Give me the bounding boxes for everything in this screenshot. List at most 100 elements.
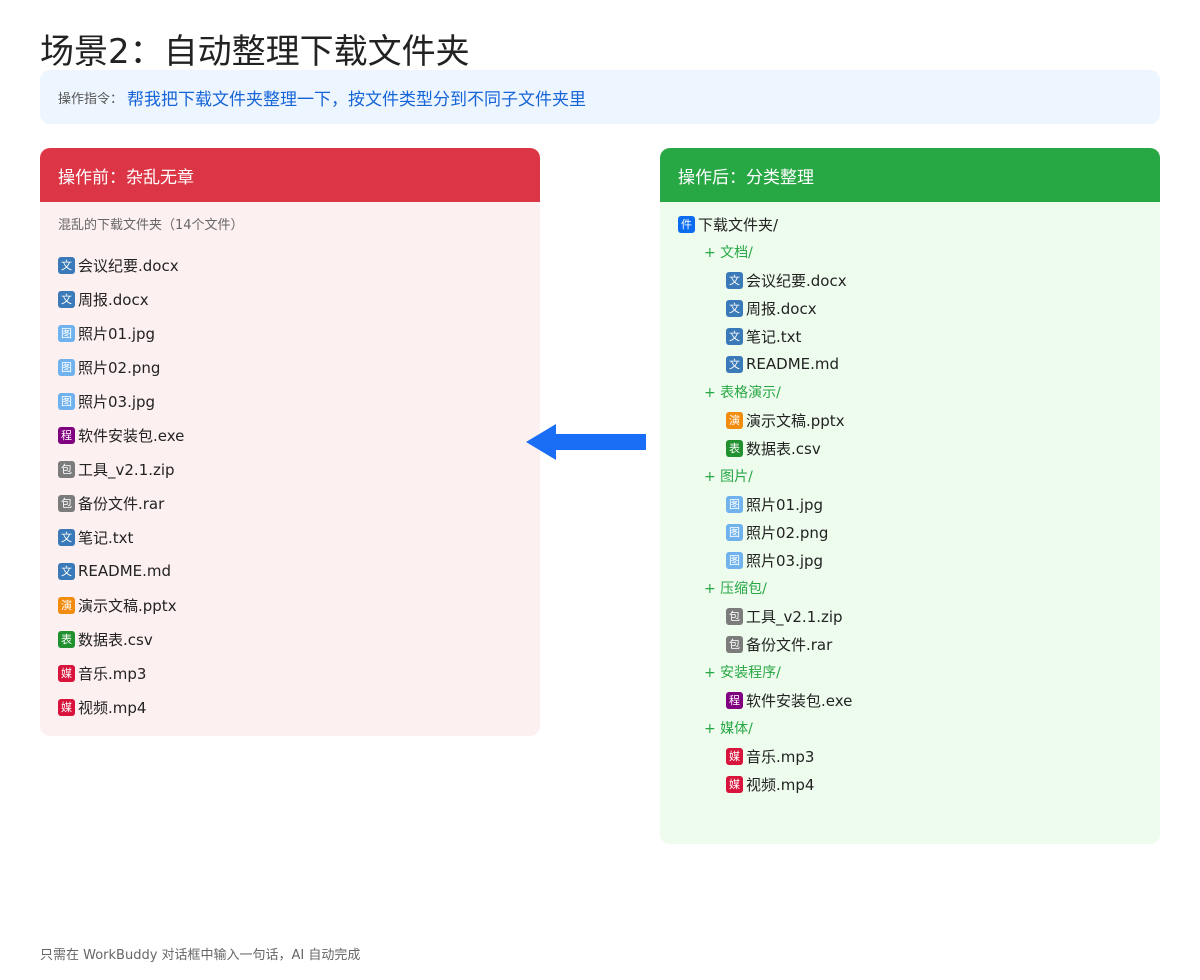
file-name: README.md (78, 562, 172, 580)
doc-file-icon: 文 (58, 528, 75, 546)
folder-tree: 件下载文件夹/+ 文档/文会议纪要.docx 文周报.docx 文笔记.txt 文 RE… (660, 210, 1160, 798)
after-header: 操作后：分类整理 (660, 148, 1160, 202)
med-file-icon: 媒 (58, 698, 75, 716)
file-name: 照片01.jpg (746, 495, 824, 514)
img-file-icon: 图 (58, 392, 75, 410)
ppt-file-icon: 演 (58, 596, 75, 614)
file-name: 备份文件.rar (746, 635, 833, 654)
file-item[interactable]: 文会议纪要.docx (40, 248, 540, 282)
doc-file-icon: 文 (726, 271, 743, 289)
file-item[interactable]: 媒音乐.mp3 (660, 742, 1160, 770)
file-item[interactable]: 文周报.docx (660, 294, 1160, 322)
file-name: 演示文稿.pptx (746, 411, 845, 430)
exe-file-icon: 程 (58, 426, 75, 444)
doc-file-icon: 文 (58, 290, 75, 308)
file-item[interactable]: 包备份文件.rar (660, 630, 1160, 658)
file-name: 工具_v2.1.zip (78, 460, 175, 479)
doc-file-icon: 文 (58, 256, 75, 274)
instruction-box: 操作指令： 帮我把下载文件夹整理一下，按文件类型分到不同子文件夹里 (40, 70, 1160, 124)
file-name: 照片01.jpg (78, 324, 156, 343)
instruction-label: 操作指令： (58, 91, 124, 107)
fld-file-icon: 件 (678, 215, 695, 233)
csv-file-icon: 表 (726, 439, 743, 457)
file-item[interactable]: 图照片02.png (40, 350, 540, 384)
zip-file-icon: 包 (58, 460, 75, 478)
subfolder[interactable]: + 表格演示/ (660, 378, 1160, 406)
file-item[interactable]: 文会议纪要.docx (660, 266, 1160, 294)
file-item[interactable]: 表数据表.csv (660, 434, 1160, 462)
ppt-file-icon: 演 (726, 411, 743, 429)
file-item[interactable]: 文 README.md (660, 350, 1160, 378)
file-name: 音乐.mp3 (746, 747, 815, 766)
img-file-icon: 图 (726, 495, 743, 513)
file-name: 数据表.csv (746, 439, 821, 458)
exe-file-icon: 程 (726, 691, 743, 709)
file-item[interactable]: 文笔记.txt (660, 322, 1160, 350)
file-item[interactable]: 图照片03.jpg (40, 384, 540, 418)
subfolder[interactable]: + 媒体/ (660, 714, 1160, 742)
file-item[interactable]: 程软件安装包.exe (40, 418, 540, 452)
page-title: 场景2：自动整理下载文件夹 (40, 32, 470, 72)
file-item[interactable]: 图照片01.jpg (40, 316, 540, 350)
subfolder[interactable]: + 压缩包/ (660, 574, 1160, 602)
file-name: 视频.mp4 (746, 775, 815, 794)
subfolder[interactable]: + 图片/ (660, 462, 1160, 490)
zip-file-icon: 包 (726, 607, 743, 625)
file-name: 软件安装包.exe (78, 426, 185, 445)
file-name: 照片02.png (746, 523, 829, 542)
doc-file-icon: 文 (726, 355, 743, 373)
file-name: 周报.docx (78, 290, 149, 309)
img-file-icon: 图 (58, 358, 75, 376)
instruction-text: 帮我把下载文件夹整理一下，按文件类型分到不同子文件夹里 (127, 89, 587, 110)
file-item[interactable]: 表数据表.csv (40, 622, 540, 656)
file-item[interactable]: 图照片01.jpg (660, 490, 1160, 518)
file-name: 备份文件.rar (78, 494, 165, 513)
file-item[interactable]: 包工具_v2.1.zip (40, 452, 540, 486)
file-item[interactable]: 媒音乐.mp3 (40, 656, 540, 690)
before-file-list: 文会议纪要.docx 文周报.docx 图照片01.jpg 图照片02.png 图照片0… (40, 248, 540, 724)
file-name: 笔记.txt (746, 327, 802, 346)
file-item[interactable]: 图照片03.jpg (660, 546, 1160, 574)
file-name: 照片03.jpg (78, 392, 156, 411)
file-name: 照片03.jpg (746, 551, 824, 570)
after-panel: 操作后：分类整理 件下载文件夹/+ 文档/文会议纪要.docx 文周报.docx 文… (660, 148, 1160, 844)
zip-file-icon: 包 (726, 635, 743, 653)
doc-file-icon: 文 (726, 299, 743, 317)
before-subtitle: 混乱的下载文件夹（14个文件） (58, 218, 244, 233)
img-file-icon: 图 (726, 523, 743, 541)
med-file-icon: 媒 (726, 775, 743, 793)
file-name: 工具_v2.1.zip (746, 607, 843, 626)
footer-note: 只需在 WorkBuddy 对话框中输入一句话，AI 自动完成 (40, 948, 361, 963)
file-item[interactable]: 文周报.docx (40, 282, 540, 316)
med-file-icon: 媒 (726, 747, 743, 765)
subfolder[interactable]: + 安装程序/ (660, 658, 1160, 686)
file-name: 照片02.png (78, 358, 161, 377)
arrow-left-icon (526, 424, 646, 460)
file-item[interactable]: 媒视频.mp4 (660, 770, 1160, 798)
doc-file-icon: 文 (58, 562, 75, 580)
file-item[interactable]: 图照片02.png (660, 518, 1160, 546)
file-name: README.md (746, 355, 840, 373)
file-name: 音乐.mp3 (78, 664, 147, 683)
file-item[interactable]: 包工具_v2.1.zip (660, 602, 1160, 630)
file-item[interactable]: 演演示文稿.pptx (660, 406, 1160, 434)
file-name: 数据表.csv (78, 630, 153, 649)
med-file-icon: 媒 (58, 664, 75, 682)
file-name: 下载文件夹/ (698, 215, 779, 234)
file-item[interactable]: 文笔记.txt (40, 520, 540, 554)
before-panel: 操作前：杂乱无章 混乱的下载文件夹（14个文件） 文会议纪要.docx 文周报.d… (40, 148, 540, 736)
file-item[interactable]: 程软件安装包.exe (660, 686, 1160, 714)
root-folder[interactable]: 件下载文件夹/ (660, 210, 1160, 238)
file-name: 会议纪要.docx (746, 271, 847, 290)
csv-file-icon: 表 (58, 630, 75, 648)
file-name: 周报.docx (746, 299, 817, 318)
file-item[interactable]: 文 README.md (40, 554, 540, 588)
file-name: 软件安装包.exe (746, 691, 853, 710)
file-name: 视频.mp4 (78, 698, 147, 717)
file-item[interactable]: 包备份文件.rar (40, 486, 540, 520)
subfolder[interactable]: + 文档/ (660, 238, 1160, 266)
doc-file-icon: 文 (726, 327, 743, 345)
file-item[interactable]: 演演示文稿.pptx (40, 588, 540, 622)
file-item[interactable]: 媒视频.mp4 (40, 690, 540, 724)
file-name: 演示文稿.pptx (78, 596, 177, 615)
